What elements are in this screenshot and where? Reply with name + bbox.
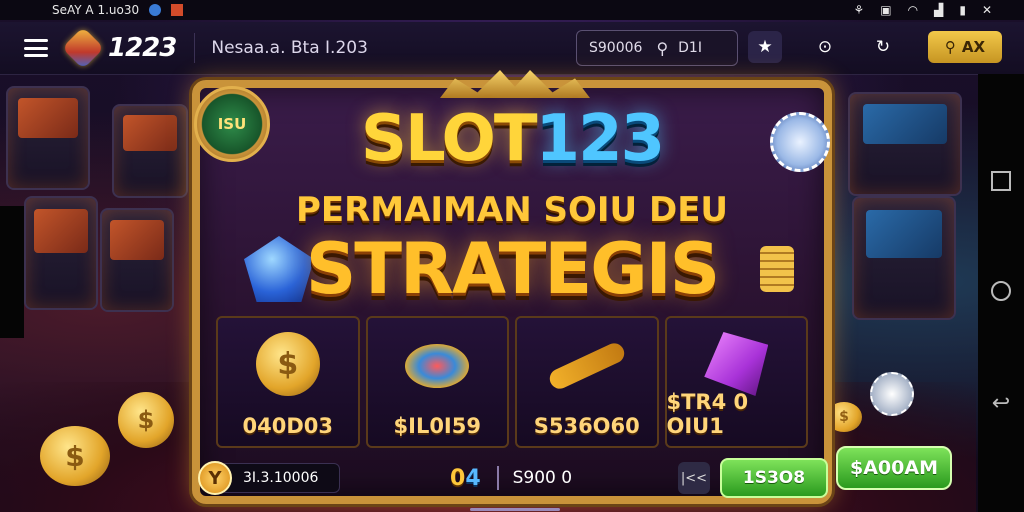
game-title-part-b: 123 (535, 102, 666, 176)
reel-slot[interactable]: S536O60 (515, 316, 659, 448)
search-icon: ⚲ (944, 38, 956, 56)
balance-coin-icon: Y (198, 461, 232, 495)
balance-value: 3I.3.10006 (243, 470, 319, 486)
app-square-icon (171, 4, 184, 16)
slot-machine-decor (6, 86, 90, 190)
gold-coin-icon: $ (40, 426, 110, 486)
star-icon: ★ (757, 37, 773, 57)
header-divider (194, 33, 196, 63)
reel-panel: $ 040D03 $IL0I59 S536O60 $TR4 0 OIU1 (216, 316, 808, 448)
notification-icon: ⚘ (853, 3, 865, 17)
gold-coin-icon: $ (255, 332, 320, 396)
spin-button[interactable]: 1S3O8 (720, 458, 828, 498)
refresh-button[interactable]: ↻ (866, 31, 900, 63)
bet-divider (496, 466, 499, 490)
pink-crystal-icon (704, 332, 769, 396)
game-subtitle: PERMAIMAN SOIU DEU (295, 190, 729, 230)
search-icon[interactable]: ⚲ (656, 39, 668, 58)
home-indicator (470, 508, 560, 511)
logo-text: 1223 (108, 33, 177, 63)
back-icon[interactable]: ↩ (992, 391, 1010, 416)
spin-label: 1S3O8 (742, 468, 806, 488)
info-icon: ⊙ (817, 37, 833, 57)
home-icon[interactable] (991, 280, 1011, 301)
balance-display: 3I.3.10006 (220, 463, 340, 493)
speed-button[interactable]: |<< (678, 462, 710, 494)
gold-stick-icon (546, 340, 628, 392)
search-input[interactable]: S90006 ⚲ D1I (576, 30, 738, 66)
recent-apps-icon[interactable] (991, 170, 1011, 191)
bet-level-b: 4 (465, 465, 481, 491)
search-gold-button[interactable]: ⚲ AX (928, 31, 1002, 63)
info-button[interactable]: ⊙ (808, 31, 842, 63)
app-logo[interactable]: 1223 (61, 26, 177, 70)
reel-value: $TR4 0 OIU1 (666, 390, 749, 438)
battery-icon: ▮ (959, 3, 966, 17)
silver-chip-icon (870, 372, 914, 416)
game-title: SLOT123 (200, 102, 824, 176)
disc-icon (405, 344, 470, 388)
page-title: Nesaa.a. Bta I.203 (211, 38, 368, 58)
wifi-icon: ◠ (907, 3, 919, 17)
system-nav-bar: ↩ (978, 74, 1024, 512)
slot-machine-decor (852, 196, 956, 320)
close-icon[interactable]: ✕ (982, 3, 992, 17)
signal-icon: ▟ (934, 3, 944, 17)
refresh-icon: ↻ (875, 37, 891, 57)
side-tab[interactable] (0, 206, 24, 338)
bet-level-a: 0 (450, 465, 466, 491)
game-frame: ISU SLOT123 PERMAIMAN SOIU DEU STRATEGIS… (192, 70, 832, 511)
app-icon: ▣ (880, 3, 892, 17)
reel-slot[interactable]: $ 040D03 (216, 316, 360, 448)
logo-gem-icon (61, 26, 105, 70)
favorite-button[interactable]: ★ (748, 31, 782, 63)
gold-button-label: AX (961, 38, 986, 56)
slot-machine-decor (112, 104, 188, 198)
app-circle-icon (149, 4, 162, 16)
slot-machine-decor (848, 92, 962, 196)
reel-value: S536O60 (533, 414, 640, 438)
reel-value: $IL0I59 (393, 414, 481, 438)
reel-value: 040D03 (242, 414, 334, 438)
claim-label: $A00AM (850, 457, 938, 479)
status-bar-text: SeAY A 1.uo30 (52, 3, 140, 17)
control-bar: Y 3I.3.10006 04 S900 0 |<< 1S3O8 (198, 456, 828, 500)
speed-label: |<< (680, 470, 708, 486)
search-suffix: D1I (678, 40, 702, 56)
slot-machine-decor (100, 208, 174, 312)
game-title-part-a: SLOT (360, 102, 538, 176)
search-value: S90006 (589, 40, 643, 56)
bet-level: 04 (450, 466, 481, 491)
app-header: 1223 Nesaa.a. Bta I.203 S90006 ⚲ D1I ★ ⊙… (0, 22, 1024, 75)
status-bar: SeAY A 1.uo30 ⚘ ▣ ◠ ▟ ▮ ✕ (0, 0, 1024, 20)
game-tagline: STRATEGIS (305, 228, 720, 310)
claim-button[interactable]: $A00AM (836, 446, 952, 490)
balance-coin-symbol: Y (208, 467, 222, 489)
reel-slot[interactable]: $TR4 0 OIU1 (664, 316, 808, 448)
slot-machine-decor (24, 196, 98, 310)
gold-coin-icon: $ (118, 392, 174, 448)
menu-icon[interactable] (24, 39, 48, 57)
bet-amount: S900 0 (512, 468, 573, 488)
reel-slot[interactable]: $IL0I59 (365, 316, 509, 448)
